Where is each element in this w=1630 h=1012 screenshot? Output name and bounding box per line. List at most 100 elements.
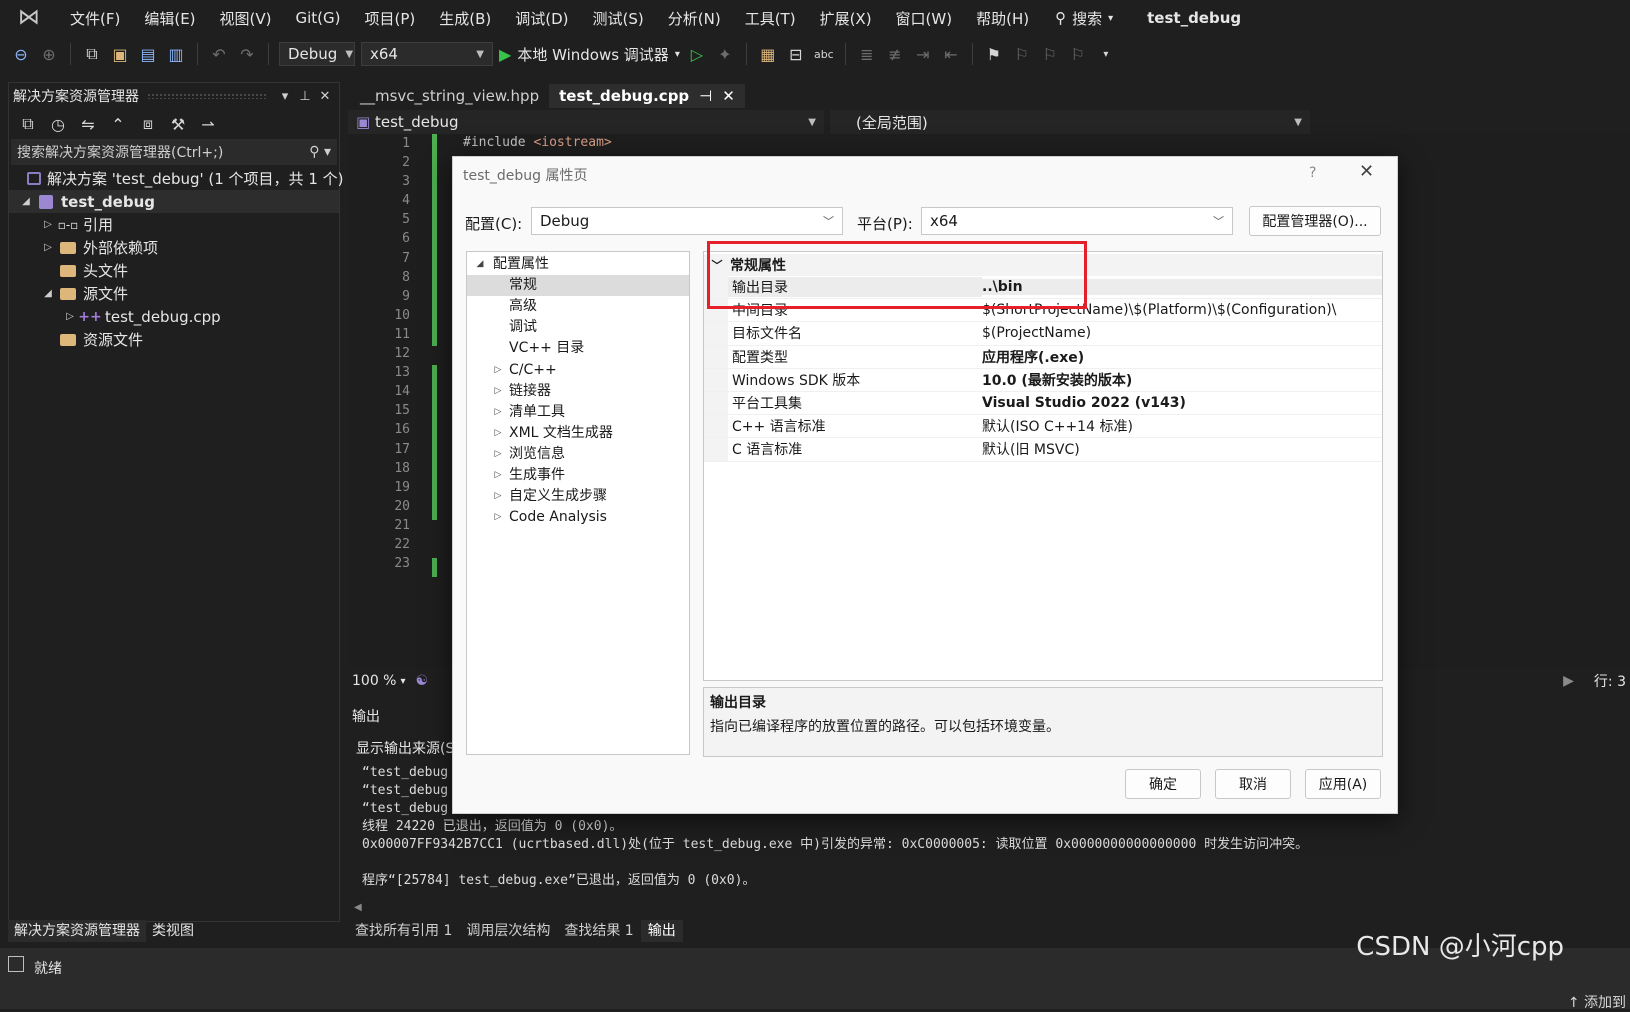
- collapsed-icon[interactable]: ▷: [491, 381, 505, 402]
- tab-call-hierarchy[interactable]: 调用层次结构: [459, 920, 557, 942]
- close-icon[interactable]: ✕: [722, 84, 735, 108]
- platform-select[interactable]: x64 ▼: [361, 42, 493, 66]
- collapsed-icon[interactable]: ▷: [63, 311, 77, 322]
- menu-tools[interactable]: 工具(T): [733, 8, 808, 29]
- scroll-left-icon[interactable]: ◀: [354, 902, 362, 913]
- collapsed-icon[interactable]: ▷: [41, 219, 55, 230]
- config-manager-button[interactable]: 配置管理器(O)...: [1249, 206, 1381, 236]
- copilot-icon[interactable]: ☯: [416, 673, 429, 689]
- tab-solution-explorer[interactable]: 解决方案资源管理器: [8, 920, 146, 942]
- property-row[interactable]: C 语言标准 默认(旧 MSVC): [704, 438, 1382, 462]
- tree-item-manifest[interactable]: ▷ 清单工具: [467, 402, 689, 423]
- collapsed-icon[interactable]: ▷: [491, 423, 505, 444]
- clear-bookmark-icon[interactable]: ⚐: [1067, 43, 1089, 65]
- switch-views-icon[interactable]: ⧉: [17, 113, 39, 135]
- help-button[interactable]: ?: [1309, 165, 1316, 181]
- pin-icon[interactable]: ⊥: [295, 89, 315, 104]
- tree-item-build-events[interactable]: ▷ 生成事件: [467, 465, 689, 486]
- menu-view[interactable]: 视图(V): [208, 8, 284, 29]
- menu-help[interactable]: 帮助(H): [964, 8, 1041, 29]
- expanded-icon[interactable]: ◢: [41, 288, 55, 299]
- outdent-icon[interactable]: ⇤: [940, 43, 962, 65]
- tree-item-xml-doc[interactable]: ▷ XML 文档生成器: [467, 423, 689, 444]
- expanded-icon[interactable]: ◢: [19, 196, 33, 207]
- property-row[interactable]: 目标文件名 $(ProjectName): [704, 322, 1382, 346]
- tree-cpp-file[interactable]: ▷ ++ test_debug.cpp: [9, 305, 339, 328]
- start-without-debug-icon[interactable]: ▷: [686, 43, 708, 65]
- bookmark-icon[interactable]: ⚑: [983, 43, 1005, 65]
- tree-header-files[interactable]: 头文件: [9, 259, 339, 282]
- comment-icon[interactable]: ≣: [856, 43, 878, 65]
- menu-build[interactable]: 生成(B): [427, 8, 503, 29]
- property-row[interactable]: 平台工具集 Visual Studio 2022 (v143): [704, 391, 1382, 416]
- tree-item-cpp[interactable]: ▷ C/C++: [467, 359, 689, 380]
- collapse-all-icon[interactable]: ⌃: [107, 113, 129, 135]
- search-icon[interactable]: ⚲ ▾: [309, 144, 331, 160]
- scroll-right-icon[interactable]: ▶: [1563, 673, 1574, 689]
- spell-check-icon[interactable]: abc: [813, 43, 835, 65]
- menu-test[interactable]: 测试(S): [581, 8, 656, 29]
- run-debugger-button[interactable]: ▶ 本地 Windows 调试器 ▾: [499, 44, 680, 65]
- code-line-1[interactable]: #include <iostream>: [463, 135, 612, 150]
- collapsed-icon[interactable]: ▷: [41, 242, 55, 253]
- tab-find-results[interactable]: 查找结果 1: [557, 920, 640, 942]
- tree-resource-files[interactable]: 资源文件: [9, 328, 339, 351]
- expanded-icon[interactable]: ◢: [473, 254, 487, 275]
- tree-item-linker[interactable]: ▷ 链接器: [467, 381, 689, 402]
- sync-icon[interactable]: ⇋: [77, 113, 99, 135]
- tree-item-advanced[interactable]: 高级: [467, 296, 689, 317]
- property-value[interactable]: $(ProjectName): [982, 325, 1382, 341]
- tree-references[interactable]: ▷ ▫-▫ 引用: [9, 213, 339, 236]
- tab-class-view[interactable]: 类视图: [146, 920, 200, 942]
- collapsed-icon[interactable]: ▷: [491, 360, 505, 381]
- property-value[interactable]: 应用程序(.exe): [982, 347, 1382, 367]
- properties-icon[interactable]: ⚒: [167, 113, 189, 135]
- tree-external-deps[interactable]: ▷ 外部依赖项: [9, 236, 339, 259]
- redo-icon[interactable]: ↷: [236, 43, 258, 65]
- undo-icon[interactable]: ↶: [208, 43, 230, 65]
- preview-icon[interactable]: ⇀: [197, 113, 219, 135]
- cancel-button[interactable]: 取消: [1215, 769, 1291, 799]
- next-bookmark-icon[interactable]: ⚐: [1039, 43, 1061, 65]
- tree-item-debugging[interactable]: 调试: [467, 317, 689, 338]
- close-icon[interactable]: ✕: [315, 89, 335, 104]
- tree-item-custom-build[interactable]: ▷ 自定义生成步骤: [467, 486, 689, 507]
- zoom-level[interactable]: 100 %: [348, 673, 400, 689]
- tab-test-debug-cpp[interactable]: test_debug.cpp ⊣ ✕: [549, 84, 745, 108]
- back-icon[interactable]: ⊖: [10, 43, 32, 65]
- tree-config-properties[interactable]: ◢ 配置属性: [467, 254, 689, 275]
- tree-source-files[interactable]: ◢ 源文件: [9, 282, 339, 305]
- solution-search-input[interactable]: 搜索解决方案资源管理器(Ctrl+;) ⚲ ▾: [11, 139, 337, 165]
- collapsed-icon[interactable]: ▷: [491, 444, 505, 465]
- save-icon[interactable]: ▤: [137, 43, 159, 65]
- history-icon[interactable]: ◷: [47, 113, 69, 135]
- property-value[interactable]: Visual Studio 2022 (v143): [982, 395, 1382, 411]
- collapsed-icon[interactable]: ▷: [491, 465, 505, 486]
- hot-reload-icon[interactable]: ✦: [714, 43, 736, 65]
- global-scope-select[interactable]: (全局范围) ▼: [830, 110, 1310, 134]
- menu-analyze[interactable]: 分析(N): [656, 8, 733, 29]
- tab-find-all-refs[interactable]: 查找所有引用 1: [348, 920, 459, 942]
- new-project-icon[interactable]: ⧉: [81, 43, 103, 65]
- add-to-source-control[interactable]: ↑ 添加到: [1568, 992, 1626, 1012]
- property-row[interactable]: C++ 语言标准 默认(ISO C++14 标准): [704, 415, 1382, 439]
- tree-solution[interactable]: 解决方案 'test_debug' (1 个项目，共 1 个): [9, 167, 344, 190]
- collapsed-icon[interactable]: ▷: [491, 402, 505, 423]
- property-row[interactable]: Windows SDK 版本 10.0 (最新安装的版本): [704, 368, 1382, 392]
- project-scope-select[interactable]: ▣ test_debug ▼: [348, 110, 824, 134]
- close-icon[interactable]: ✕: [1359, 161, 1374, 182]
- pin-icon[interactable]: ⊣: [699, 84, 712, 108]
- save-all-icon[interactable]: ▥: [165, 43, 187, 65]
- show-all-files-icon[interactable]: ⧈: [137, 113, 159, 135]
- property-row[interactable]: 配置类型 应用程序(.exe): [704, 345, 1382, 369]
- collapsed-icon[interactable]: ▷: [491, 486, 505, 507]
- dialog-config-select[interactable]: Debug ﹀: [531, 207, 843, 235]
- visual-studio-logo-icon[interactable]: ⋈: [14, 6, 44, 30]
- menu-file[interactable]: 文件(F): [58, 8, 132, 29]
- toolbar-overflow-icon[interactable]: ▾: [1095, 43, 1117, 65]
- menu-project[interactable]: 项目(P): [353, 8, 428, 29]
- ok-button[interactable]: 确定: [1125, 769, 1201, 799]
- property-value[interactable]: 默认(ISO C++14 标准): [982, 416, 1382, 436]
- tree-item-code-analysis[interactable]: ▷ Code Analysis: [467, 507, 689, 528]
- menu-extensions[interactable]: 扩展(X): [808, 8, 884, 29]
